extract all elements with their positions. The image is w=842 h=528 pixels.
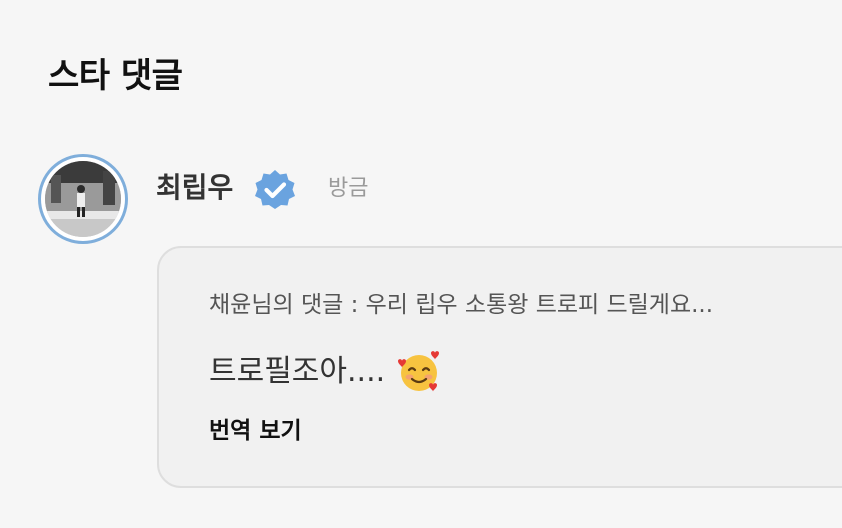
- star-comments-page: 스타 댓글 최립우 방금 채윤님의 댓글 : 우리 립우 소통왕 트로피 드릴게…: [0, 0, 842, 528]
- section-title: 스타 댓글: [48, 56, 183, 96]
- avatar-photo: [45, 161, 121, 237]
- comment-text: 트로필조아....: [209, 354, 386, 389]
- verified-badge-icon: [255, 170, 295, 209]
- comment-text-row: 트로필조아....: [209, 348, 443, 396]
- timestamp: 방금: [328, 176, 369, 201]
- reply-context[interactable]: 채윤님의 댓글 : 우리 립우 소통왕 트로피 드릴게요...: [209, 288, 713, 322]
- author-name[interactable]: 최립우: [156, 168, 233, 208]
- translate-link[interactable]: 번역 보기: [209, 414, 302, 448]
- comment-card: 채윤님의 댓글 : 우리 립우 소통왕 트로피 드릴게요... 트로필조아...…: [157, 246, 842, 488]
- avatar-photo-image: [45, 161, 121, 237]
- smiling-face-with-hearts-icon: [398, 351, 440, 392]
- avatar[interactable]: [38, 154, 128, 244]
